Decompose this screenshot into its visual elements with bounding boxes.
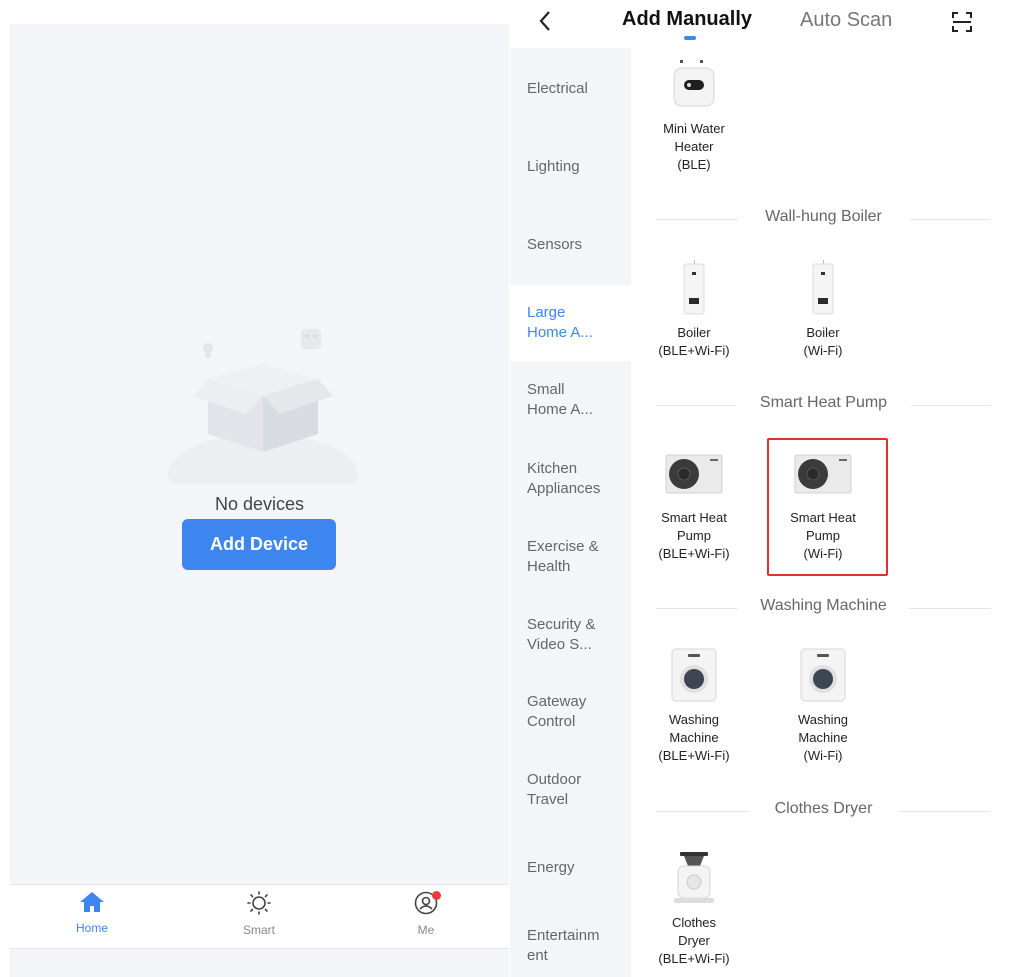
device-boiler-ble-wifi[interactable]: Boiler (BLE+Wi-Fi) [639, 258, 749, 360]
active-tab-indicator [684, 36, 696, 40]
add-device-button[interactable]: Add Device [182, 519, 336, 570]
device-dryer-ble-wifi[interactable]: Clothes Dryer (BLE+Wi-Fi) [639, 848, 749, 968]
category-exercise-health[interactable]: Exercise & Health [510, 525, 631, 589]
boiler-image [683, 260, 705, 315]
section-clothes-dryer: Clothes Dryer [656, 800, 991, 822]
device-label: Mini Water Heater (BLE) [663, 121, 725, 172]
heat-pump-image [665, 454, 723, 494]
category-entertainment[interactable]: Entertainm ent [510, 914, 631, 977]
tab-me[interactable]: Me [386, 891, 466, 946]
section-title: Washing Machine [760, 597, 887, 614]
category-gateway-control[interactable]: Gateway Control [510, 680, 631, 744]
category-kitchen-appliances[interactable]: Kitchen Appliances [510, 447, 631, 511]
tab-add-manually[interactable]: Add Manually [622, 8, 752, 31]
section-washing-machine: Washing Machine [656, 597, 991, 619]
top-bar: Add Manually Auto Scan [510, 0, 1009, 48]
category-large-home-appliances[interactable]: Large Home A... [510, 285, 631, 361]
category-sidebar: Electrical Lighting Sensors Large Home A… [510, 48, 631, 977]
tab-auto-scan[interactable]: Auto Scan [800, 9, 892, 32]
device-label: Clothes Dryer (BLE+Wi-Fi) [658, 915, 730, 966]
category-label: Entertainm ent [527, 927, 600, 964]
category-electrical[interactable]: Electrical [510, 57, 631, 121]
washing-machine-image [800, 648, 846, 702]
boiler-image [812, 260, 834, 315]
empty-box-illustration [168, 329, 358, 484]
scan-icon[interactable] [950, 10, 974, 34]
device-label: Boiler (Wi-Fi) [803, 325, 843, 358]
home-screen: No devices Add Device Home Smart Me [10, 24, 509, 977]
tab-home-label: Home [75, 921, 108, 935]
category-sensors[interactable]: Sensors [510, 213, 631, 277]
tab-me-label: Me [417, 923, 435, 937]
washing-machine-image [671, 648, 717, 702]
device-label: Boiler (BLE+Wi-Fi) [658, 325, 730, 358]
device-heat-pump-ble-wifi[interactable]: Smart Heat Pump (BLE+Wi-Fi) [639, 443, 749, 563]
section-title: Smart Heat Pump [759, 394, 888, 411]
category-label: Small Home A... [527, 381, 593, 418]
category-small-home-appliances[interactable]: Small Home A... [510, 368, 631, 432]
device-list: Mini Water Heater (BLE) Wall-hung Boiler… [631, 48, 1009, 977]
water-heater-image [673, 60, 715, 107]
device-washer-ble-wifi[interactable]: Washing Machine (BLE+Wi-Fi) [639, 645, 749, 765]
category-label: Large Home A... [527, 304, 593, 341]
tab-smart-label: Smart [242, 923, 275, 937]
category-outdoor-travel[interactable]: Outdoor Travel [510, 758, 631, 822]
device-label: Washing Machine (Wi-Fi) [797, 712, 849, 763]
tab-smart[interactable]: Smart [219, 891, 299, 946]
empty-state-text: No devices [214, 494, 305, 514]
selection-highlight [767, 438, 888, 576]
chevron-left-icon[interactable] [534, 6, 558, 36]
clothes-dryer-image [674, 852, 714, 903]
category-label: Exercise & Health [527, 538, 599, 575]
device-washer-wifi[interactable]: Washing Machine (Wi-Fi) [768, 645, 878, 765]
tab-home[interactable]: Home [52, 891, 132, 946]
add-device-screen: Add Manually Auto Scan Electrical Lighti… [510, 0, 1009, 977]
device-mini-water-heater[interactable]: Mini Water Heater (BLE) [639, 54, 749, 174]
home-icon [80, 892, 104, 912]
category-security-video[interactable]: Security & Video S... [510, 603, 631, 667]
category-label: Gateway Control [527, 693, 587, 730]
notification-badge [432, 891, 441, 900]
category-label: Outdoor Travel [527, 771, 582, 808]
category-energy[interactable]: Energy [510, 836, 631, 900]
section-title: Clothes Dryer [774, 800, 873, 817]
sun-icon [247, 891, 271, 915]
section-title: Wall-hung Boiler [765, 208, 882, 225]
device-boiler-wifi[interactable]: Boiler (Wi-Fi) [768, 258, 878, 360]
category-lighting[interactable]: Lighting [510, 135, 631, 199]
bottom-tab-bar: Home Smart Me [10, 884, 509, 949]
device-label: Smart Heat Pump (BLE+Wi-Fi) [658, 510, 730, 561]
category-label: Security & Video S... [527, 616, 596, 653]
section-smart-heat-pump: Smart Heat Pump [656, 394, 991, 416]
section-wall-hung-boiler: Wall-hung Boiler [656, 208, 991, 230]
device-label: Washing Machine (BLE+Wi-Fi) [658, 712, 730, 763]
category-label: Kitchen Appliances [527, 460, 601, 497]
